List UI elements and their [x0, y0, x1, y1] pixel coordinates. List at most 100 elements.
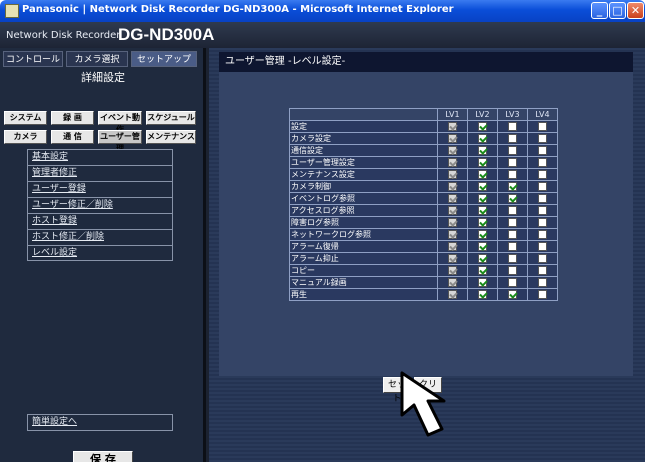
- checkbox-cell: [467, 168, 498, 181]
- table-row: イベントログ参照: [289, 192, 558, 205]
- level-checkbox[interactable]: [508, 254, 517, 263]
- sidebar-item-basic-settings[interactable]: 基本設定: [27, 149, 173, 165]
- level-checkbox[interactable]: [538, 122, 547, 131]
- level-checkbox[interactable]: [478, 194, 487, 203]
- save-button[interactable]: 保 存: [73, 451, 133, 462]
- level-checkbox[interactable]: [508, 122, 517, 131]
- level-checkbox[interactable]: [478, 254, 487, 263]
- checkbox-cell: [497, 156, 528, 169]
- level-checkbox: [448, 290, 457, 299]
- table-header-row: LV1 LV2 LV3 LV4: [289, 108, 558, 121]
- maintenance-button[interactable]: メンテナンス: [146, 130, 196, 144]
- mouse-pointer-arrow-icon: [400, 371, 446, 437]
- user-management-button[interactable]: ユーザー管理: [98, 130, 142, 153]
- checkbox-cell: [467, 276, 498, 289]
- level-checkbox[interactable]: [538, 290, 547, 299]
- communication-button[interactable]: 通 信: [51, 130, 94, 144]
- system-button[interactable]: システム: [4, 111, 47, 125]
- table-row: アクセスログ参照: [289, 204, 558, 217]
- checkbox-cell: [467, 180, 498, 193]
- level-checkbox[interactable]: [538, 146, 547, 155]
- level-checkbox[interactable]: [508, 170, 517, 179]
- level-checkbox[interactable]: [478, 218, 487, 227]
- minimize-icon: _: [596, 4, 603, 17]
- permission-label: カメラ設定: [289, 132, 438, 145]
- checkbox-cell: [527, 204, 558, 217]
- level-checkbox: [448, 134, 457, 143]
- level-checkbox: [448, 146, 457, 155]
- level-checkbox[interactable]: [508, 134, 517, 143]
- close-button[interactable]: ✕: [627, 2, 644, 19]
- maximize-button[interactable]: □: [609, 2, 626, 19]
- level-checkbox[interactable]: [478, 278, 487, 287]
- permission-label: アラーム復帰: [289, 240, 438, 253]
- level-checkbox[interactable]: [478, 182, 487, 191]
- level-checkbox[interactable]: [508, 206, 517, 215]
- checkbox-cell: [437, 168, 468, 181]
- permission-label: マニュアル録画: [289, 276, 438, 289]
- level-checkbox[interactable]: [508, 194, 517, 203]
- level-checkbox[interactable]: [478, 146, 487, 155]
- level-checkbox[interactable]: [508, 290, 517, 299]
- level-checkbox[interactable]: [478, 170, 487, 179]
- checkbox-cell: [467, 192, 498, 205]
- sidebar-item-user-register[interactable]: ユーザー登録: [27, 181, 173, 197]
- level-checkbox[interactable]: [538, 218, 547, 227]
- level-checkbox[interactable]: [538, 230, 547, 239]
- sidebar-item-level-settings[interactable]: レベル設定: [27, 245, 173, 261]
- level-checkbox[interactable]: [478, 122, 487, 131]
- level-checkbox[interactable]: [478, 290, 487, 299]
- checkbox-cell: [437, 120, 468, 133]
- table-row: ユーザー管理設定: [289, 156, 558, 169]
- level-checkbox[interactable]: [538, 206, 547, 215]
- level-checkbox[interactable]: [508, 146, 517, 155]
- level-checkbox[interactable]: [538, 242, 547, 251]
- sidebar-item-host-edit-delete[interactable]: ホスト修正／削除: [27, 229, 173, 245]
- level-checkbox[interactable]: [478, 242, 487, 251]
- table-row: ネットワークログ参照: [289, 228, 558, 241]
- level-checkbox[interactable]: [538, 158, 547, 167]
- level-checkbox[interactable]: [508, 158, 517, 167]
- checkbox-cell: [527, 264, 558, 277]
- checkbox-cell: [437, 144, 468, 157]
- level-checkbox[interactable]: [508, 278, 517, 287]
- checkbox-cell: [497, 132, 528, 145]
- camera-button[interactable]: カメラ: [4, 130, 47, 144]
- permission-label: コピー: [289, 264, 438, 277]
- level-checkbox[interactable]: [538, 170, 547, 179]
- level-checkbox: [448, 158, 457, 167]
- level-checkbox[interactable]: [478, 158, 487, 167]
- permission-label: ネットワークログ参照: [289, 228, 438, 241]
- table-row: カメラ設定: [289, 132, 558, 145]
- minimize-button[interactable]: _: [591, 2, 608, 19]
- level-checkbox[interactable]: [538, 278, 547, 287]
- level-checkbox[interactable]: [508, 182, 517, 191]
- checkbox-cell: [437, 276, 468, 289]
- level-checkbox[interactable]: [478, 134, 487, 143]
- tab-control[interactable]: コントロール: [3, 51, 63, 67]
- permission-label: メンテナンス設定: [289, 168, 438, 181]
- level-checkbox[interactable]: [538, 194, 547, 203]
- sidebar-item-host-register[interactable]: ホスト登録: [27, 213, 173, 229]
- checkbox-cell: [527, 156, 558, 169]
- tab-setup[interactable]: セットアップ: [131, 51, 197, 67]
- level-checkbox[interactable]: [508, 242, 517, 251]
- tab-camera-select[interactable]: カメラ選択: [66, 51, 128, 67]
- level-checkbox[interactable]: [478, 266, 487, 275]
- recording-button[interactable]: 録 画: [51, 111, 94, 125]
- level-checkbox[interactable]: [538, 266, 547, 275]
- level-checkbox[interactable]: [508, 266, 517, 275]
- level-checkbox[interactable]: [538, 254, 547, 263]
- event-action-button[interactable]: イベント動作: [98, 111, 142, 134]
- level-checkbox[interactable]: [508, 230, 517, 239]
- level-checkbox[interactable]: [538, 182, 547, 191]
- level-checkbox[interactable]: [478, 230, 487, 239]
- checkbox-cell: [437, 288, 468, 301]
- level-checkbox[interactable]: [538, 134, 547, 143]
- simple-settings-link[interactable]: 簡単設定へ: [27, 414, 173, 431]
- sidebar-item-user-edit-delete[interactable]: ユーザー修正／削除: [27, 197, 173, 213]
- sidebar-item-admin-edit[interactable]: 管理者修正: [27, 165, 173, 181]
- schedule-button[interactable]: スケジュール: [146, 111, 196, 125]
- level-checkbox[interactable]: [508, 218, 517, 227]
- level-checkbox[interactable]: [478, 206, 487, 215]
